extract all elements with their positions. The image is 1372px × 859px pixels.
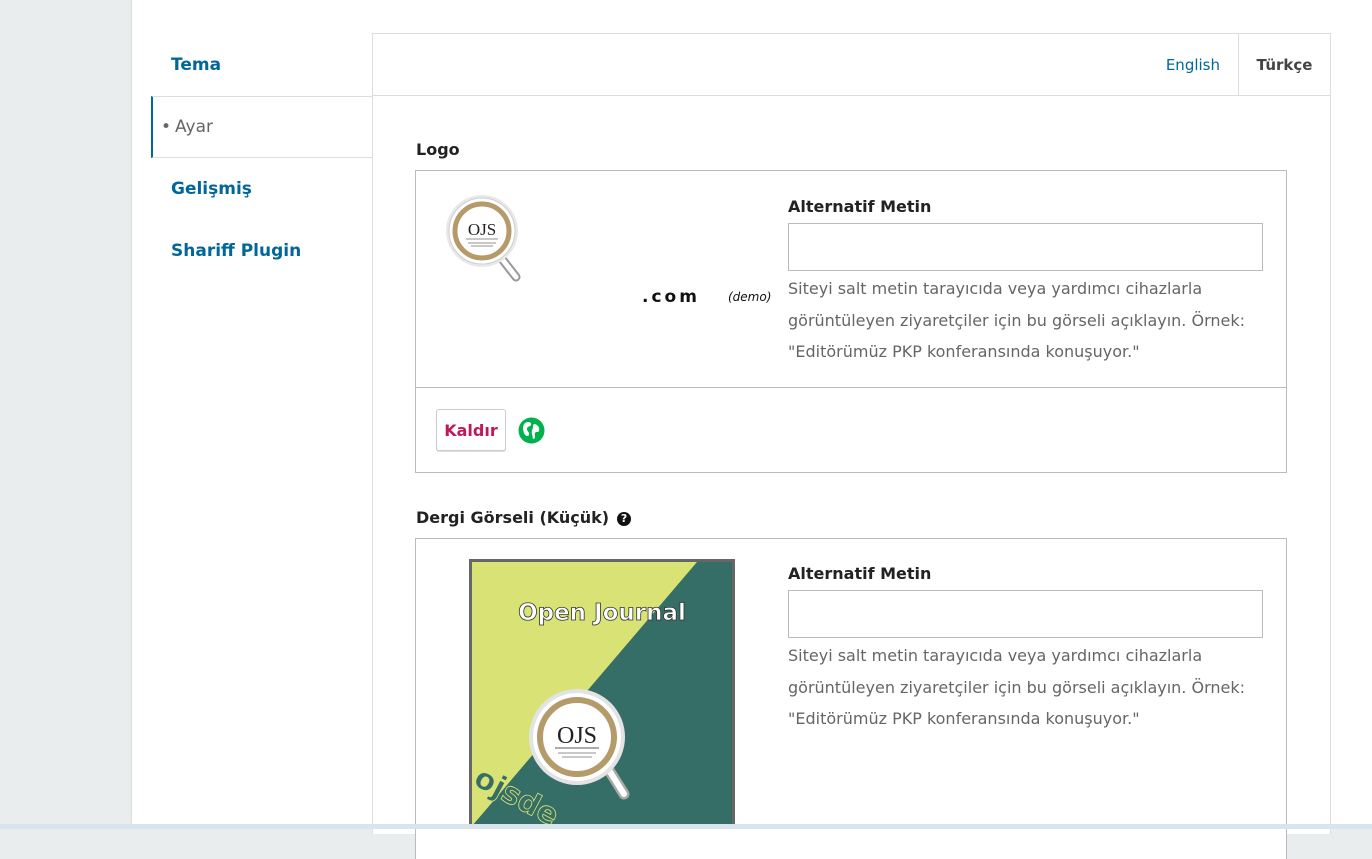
tab-tema[interactable]: Tema	[132, 34, 372, 96]
thumbnail-upload-box: Open Journal OJS ojsde Alternatif Metin …	[415, 538, 1287, 859]
remove-logo-button[interactable]: Kaldır	[436, 409, 506, 451]
active-bullet: •	[161, 117, 172, 137]
tab-label: Shariff Plugin	[171, 241, 302, 261]
logo-dotcom-text: .com	[642, 287, 700, 307]
bottom-strip	[0, 824, 1372, 829]
tab-label: Gelişmiş	[171, 179, 252, 199]
logo-box-footer: Kaldır	[416, 387, 1286, 472]
ojs-logo-image: OJS	[446, 195, 521, 282]
logo-demo-text: (demo)	[728, 290, 772, 304]
logo-upload-box: OJS .com (demo) Alternatif Metin Siteyi …	[415, 170, 1287, 473]
thumbnail-alt-text-help: Siteyi salt metin tarayıcıda veya yardım…	[788, 646, 1245, 728]
globe-icon[interactable]	[518, 417, 545, 444]
settings-page: Tema • Ayar Gelişmiş Shariff Plugin Engli…	[131, 0, 1372, 859]
language-tab-turkish[interactable]: Türkçe	[1238, 34, 1330, 95]
tab-gelismis[interactable]: Gelişmiş	[132, 158, 372, 220]
settings-panel: English Türkçe Logo OJS .com (demo) Alte…	[372, 33, 1331, 859]
thumbnail-section-title: Dergi Görseli (Küçük)?	[416, 508, 632, 527]
logo-preview: OJS .com (demo)	[444, 193, 771, 307]
logo-section-title: Logo	[416, 140, 460, 159]
language-tabs: English Türkçe	[373, 34, 1330, 96]
cover-heading-text: Open Journal	[518, 600, 686, 626]
tab-label: Tema	[171, 55, 222, 75]
question-circle-icon[interactable]: ?	[617, 512, 632, 526]
thumbnail-alt-text-label: Alternatif Metin	[788, 564, 932, 583]
cover-badge-text: OJS	[557, 723, 597, 749]
tab-ayar[interactable]: • Ayar	[151, 96, 372, 158]
vertical-tabs: Tema • Ayar Gelişmiş Shariff Plugin	[132, 34, 372, 282]
language-tab-english[interactable]: English	[1166, 34, 1220, 95]
journal-cover-image: Open Journal OJS ojsde	[472, 562, 732, 826]
thumbnail-section-title-text: Dergi Görseli (Küçük)	[416, 508, 610, 527]
logo-alt-text-input[interactable]	[788, 223, 1263, 271]
journal-cover-thumbnail: Open Journal OJS ojsde	[469, 559, 735, 829]
logo-alt-text-label: Alternatif Metin	[788, 197, 932, 216]
logo-alt-text-help: Siteyi salt metin tarayıcıda veya yardım…	[788, 279, 1245, 361]
tab-label: Ayar	[175, 117, 213, 137]
thumbnail-alt-text-input[interactable]	[788, 590, 1263, 638]
logo-badge-text: OJS	[468, 220, 496, 239]
tab-shariff-plugin[interactable]: Shariff Plugin	[132, 220, 372, 282]
